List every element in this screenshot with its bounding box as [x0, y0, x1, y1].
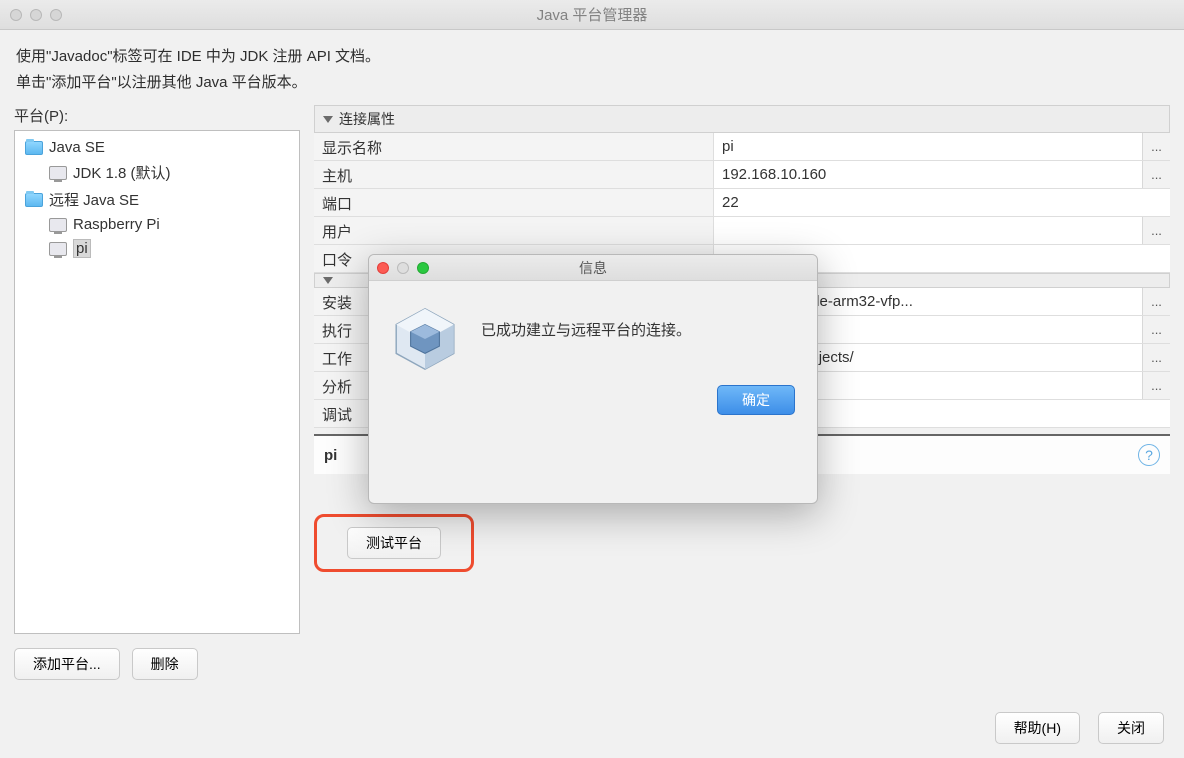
close-button[interactable]: 关闭	[1098, 712, 1164, 744]
prop-label: 用户	[314, 217, 714, 244]
folder-icon	[25, 141, 43, 155]
help-icon[interactable]: ?	[1138, 444, 1160, 466]
info-dialog: 信息 已成功建立与远程平台的连接。 确定	[368, 254, 818, 504]
dialog-title: 信息	[369, 258, 817, 278]
tree-label: Java SE	[49, 139, 105, 156]
platform-name-label: pi	[324, 447, 337, 464]
delete-button[interactable]: 删除	[132, 648, 198, 680]
platforms-label: 平台(P):	[14, 105, 300, 126]
disclosure-triangle-icon	[323, 277, 333, 284]
tree-label: 远程 Java SE	[49, 189, 139, 210]
tree-item-jdk18[interactable]: JDK 1.8 (默认)	[19, 159, 295, 186]
desc-line1: 使用"Javadoc"标签可在 IDE 中为 JDK 注册 API 文档。	[16, 44, 1168, 70]
section-label: 连接属性	[339, 109, 395, 129]
window-title: Java 平台管理器	[0, 4, 1184, 25]
add-platform-button[interactable]: 添加平台...	[14, 648, 120, 680]
test-button-highlight: 测试平台	[314, 514, 474, 572]
desc-line2: 单击"添加平台"以注册其他 Java 平台版本。	[16, 70, 1168, 96]
prop-label: 显示名称	[314, 133, 714, 160]
ellipsis-button[interactable]: ...	[1142, 288, 1170, 315]
platforms-tree[interactable]: Java SE JDK 1.8 (默认) 远程 Java SE Raspberr…	[14, 130, 300, 634]
tree-item-rpi[interactable]: Raspberry Pi	[19, 213, 295, 236]
platform-icon	[49, 242, 67, 256]
tree-item-pi[interactable]: pi	[19, 236, 295, 261]
ellipsis-button[interactable]: ...	[1142, 344, 1170, 371]
main-titlebar: Java 平台管理器	[0, 0, 1184, 30]
tree-label-selected: pi	[73, 239, 91, 258]
ellipsis-button[interactable]: ...	[1142, 161, 1170, 188]
disclosure-triangle-icon	[323, 116, 333, 123]
ellipsis-button[interactable]: ...	[1142, 372, 1170, 399]
prop-value[interactable]: 192.168.10.160	[714, 161, 1142, 188]
row-port: 端口 22	[314, 189, 1170, 217]
prop-value[interactable]: pi	[714, 133, 1142, 160]
prop-label: 端口	[314, 189, 714, 216]
tree-label: Raspberry Pi	[73, 216, 160, 233]
prop-value[interactable]: 22	[714, 189, 1170, 216]
prop-label: 主机	[314, 161, 714, 188]
netbeans-cube-icon	[389, 303, 461, 375]
ellipsis-button[interactable]: ...	[1142, 316, 1170, 343]
platform-icon	[49, 218, 67, 232]
tree-label: JDK 1.8 (默认)	[73, 162, 171, 183]
platform-icon	[49, 166, 67, 180]
folder-icon	[25, 193, 43, 207]
row-display-name: 显示名称 pi ...	[314, 133, 1170, 161]
row-user: 用户 ...	[314, 217, 1170, 245]
row-host: 主机 192.168.10.160 ...	[314, 161, 1170, 189]
description-block: 使用"Javadoc"标签可在 IDE 中为 JDK 注册 API 文档。 单击…	[0, 30, 1184, 105]
prop-value[interactable]	[714, 217, 1142, 244]
ok-button[interactable]: 确定	[717, 385, 795, 415]
tree-category-javase[interactable]: Java SE	[19, 136, 295, 159]
dialog-message: 已成功建立与远程平台的连接。	[481, 303, 797, 340]
help-button[interactable]: 帮助(H)	[995, 712, 1080, 744]
dialog-titlebar: 信息	[369, 255, 817, 281]
section-connection-props[interactable]: 连接属性	[314, 105, 1170, 133]
tree-category-remote[interactable]: 远程 Java SE	[19, 186, 295, 213]
props-table-connection: 显示名称 pi ... 主机 192.168.10.160 ... 端口 22 …	[314, 133, 1170, 273]
ellipsis-button[interactable]: ...	[1142, 133, 1170, 160]
ellipsis-button[interactable]: ...	[1142, 217, 1170, 244]
test-platform-button[interactable]: 测试平台	[347, 527, 441, 559]
